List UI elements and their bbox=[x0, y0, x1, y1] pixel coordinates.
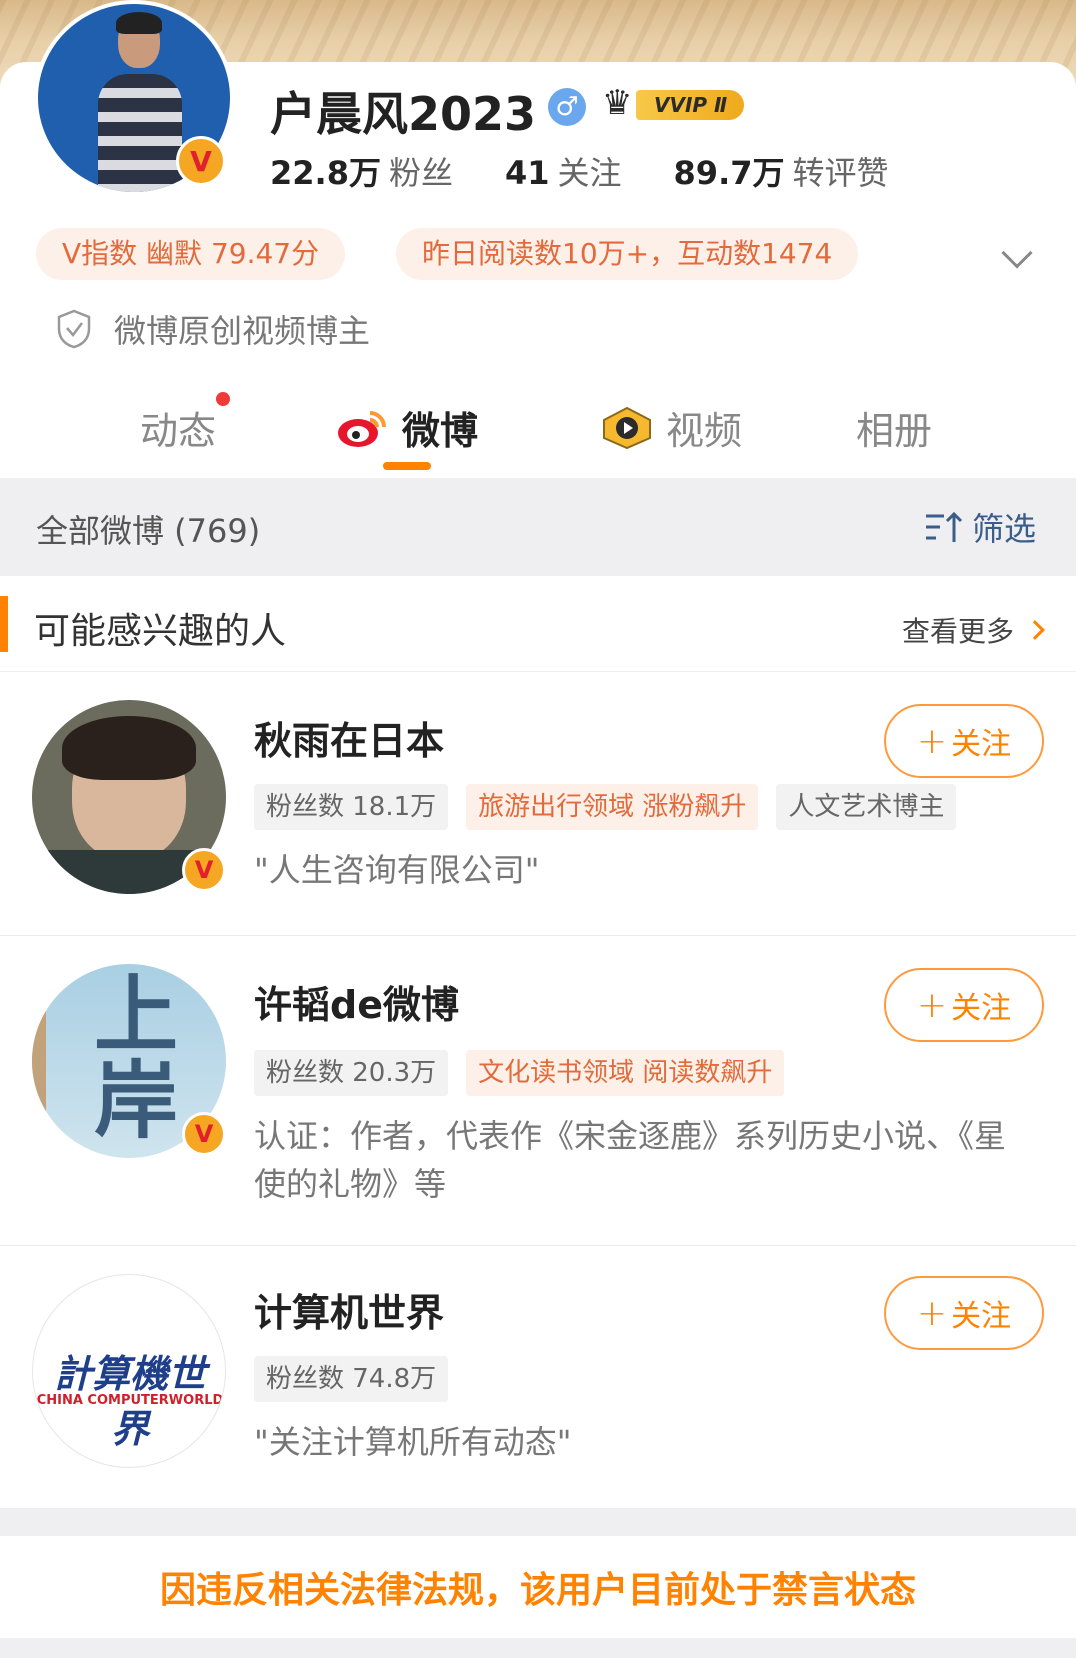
user-name[interactable]: 许韬de微博 bbox=[254, 974, 459, 1029]
stat-following[interactable]: 41 关注 bbox=[505, 148, 622, 194]
category-tag: 人文艺术博主 bbox=[776, 784, 957, 830]
reading-stats-chip[interactable]: 昨日阅读数10万+，互动数1474 bbox=[396, 228, 859, 280]
avatar-logo-en: CHINA COMPUTERWORLD bbox=[36, 1393, 224, 1408]
filter-button[interactable]: 筛选 bbox=[924, 504, 1036, 550]
fans-count-tag: 粉丝数 20.3万 bbox=[254, 1050, 449, 1096]
fans-count-tag: 粉丝数 74.8万 bbox=[254, 1356, 449, 1402]
stat-label: 粉丝 bbox=[388, 154, 453, 192]
user-tags: 粉丝数 20.3万 文化读书领域 阅读数飙升 bbox=[254, 1050, 802, 1096]
follow-button[interactable]: + 关注 bbox=[884, 968, 1044, 1042]
verified-badge-icon: V bbox=[182, 1112, 226, 1156]
avatar-book-title: 上岸 bbox=[94, 965, 179, 1150]
stat-value: 41 bbox=[504, 154, 550, 192]
filter-icon bbox=[925, 511, 963, 542]
avatar-book-edge bbox=[32, 964, 46, 1158]
tab-label: 相册 bbox=[856, 409, 933, 453]
filter-label: 筛选 bbox=[971, 510, 1036, 548]
follow-button[interactable]: + 关注 bbox=[884, 1276, 1044, 1350]
unread-dot bbox=[216, 392, 231, 406]
gender-male-icon: ♂ bbox=[548, 88, 586, 126]
suggested-user-row[interactable]: 上岸 V 许韬de微博 粉丝数 20.3万 文化读书领域 阅读数飙升 认证：作者… bbox=[0, 936, 1076, 1246]
user-name[interactable]: 计算机世界 bbox=[254, 1282, 444, 1337]
suggested-user-row[interactable]: 計算機世界 CHINA COMPUTERWORLD 计算机世界 粉丝数 74.8… bbox=[0, 1246, 1076, 1508]
trending-tag: 文化读书领域 阅读数飙升 bbox=[466, 1050, 785, 1096]
see-more-link[interactable]: 查看更多 bbox=[901, 610, 1045, 650]
section-accent-bar bbox=[0, 596, 8, 652]
avatar-hair bbox=[116, 12, 162, 34]
stat-label: 转评赞 bbox=[792, 154, 889, 192]
weibo-logo-icon bbox=[338, 410, 386, 447]
tab-video[interactable]: 视频 bbox=[600, 400, 742, 455]
avatar-figure bbox=[98, 74, 182, 192]
user-avatar[interactable]: 計算機世界 CHINA COMPUTERWORLD bbox=[32, 1274, 226, 1468]
tab-feed[interactable]: 动态 bbox=[140, 392, 231, 455]
follow-label: 关注 bbox=[951, 727, 1012, 762]
stat-followers[interactable]: 22.8万 粉丝 bbox=[270, 148, 453, 194]
verified-badge-icon: V bbox=[182, 848, 226, 892]
follow-label: 关注 bbox=[951, 991, 1012, 1026]
crown-icon: ♛ bbox=[602, 83, 633, 123]
stat-interactions[interactable]: 89.7万 转评赞 bbox=[674, 148, 889, 194]
user-tags: 粉丝数 74.8万 bbox=[254, 1356, 466, 1402]
shield-icon bbox=[57, 309, 91, 349]
stat-label: 关注 bbox=[557, 154, 622, 192]
user-description: "关注计算机所有动态" bbox=[254, 1423, 572, 1461]
trending-tag: 旅游出行领域 涨粉飙升 bbox=[466, 784, 759, 830]
tab-label: 动态 bbox=[140, 409, 217, 453]
see-more-label: 查看更多 bbox=[901, 615, 1014, 648]
vvip-badge[interactable]: VVIP Ⅱ ♛ bbox=[602, 84, 744, 124]
plus-icon: + bbox=[916, 1292, 948, 1334]
plus-icon: + bbox=[916, 984, 948, 1026]
chevron-right-icon bbox=[1025, 620, 1045, 640]
follow-button[interactable]: + 关注 bbox=[884, 704, 1044, 778]
certification-row: 微博原创视频博主 bbox=[56, 306, 370, 352]
vvip-label: VVIP Ⅱ bbox=[636, 90, 744, 120]
video-play-icon bbox=[603, 406, 651, 449]
profile-name: 户晨风2023 bbox=[270, 87, 537, 141]
tab-label: 微博 bbox=[402, 409, 479, 453]
plus-icon: + bbox=[916, 720, 948, 762]
profile-tabs: 动态 微博 视频 相册 bbox=[0, 380, 1076, 476]
suggested-user-row[interactable]: V 秋雨在日本 粉丝数 18.1万 旅游出行领域 涨粉飙升 人文艺术博主 "人生… bbox=[0, 672, 1076, 936]
user-tags: 粉丝数 18.1万 旅游出行领域 涨粉飙升 人文艺术博主 bbox=[254, 784, 974, 830]
page-bottom bbox=[0, 1638, 1076, 1658]
banned-notice: 因违反相关法律法规，该用户目前处于禁言状态 bbox=[0, 1536, 1076, 1638]
stat-value: 89.7万 bbox=[673, 154, 785, 192]
user-name[interactable]: 秋雨在日本 bbox=[254, 710, 444, 765]
profile-stats: 22.8万 粉丝 41 关注 89.7万 转评赞 bbox=[270, 148, 941, 194]
certification-text: 微博原创视频博主 bbox=[114, 312, 371, 350]
fans-count-tag: 粉丝数 18.1万 bbox=[254, 784, 449, 830]
stat-value: 22.8万 bbox=[270, 154, 381, 192]
tab-weibo[interactable]: 微博 bbox=[336, 400, 478, 455]
section-divider bbox=[0, 1508, 1076, 1536]
suggestions-header: 可能感兴趣的人 查看更多 bbox=[0, 576, 1076, 672]
follow-label: 关注 bbox=[951, 1299, 1012, 1334]
tab-album[interactable]: 相册 bbox=[856, 400, 932, 455]
section-title: 可能感兴趣的人 bbox=[34, 611, 287, 652]
user-description: 认证：作者，代表作《宋金逐鹿》系列历史小说、《星使的礼物》等 bbox=[254, 1117, 1007, 1203]
user-description: "人生咨询有限公司" bbox=[254, 851, 540, 889]
active-tab-indicator bbox=[383, 462, 431, 470]
post-count: 全部微博 (769) bbox=[36, 512, 261, 550]
filter-bar: 全部微博 (769) 筛选 bbox=[0, 478, 1076, 576]
avatar-hair bbox=[62, 716, 196, 780]
verified-badge-icon: V bbox=[176, 136, 226, 186]
v-index-chip[interactable]: V指数 幽默 79.47分 bbox=[36, 228, 346, 280]
tab-label: 视频 bbox=[666, 409, 743, 453]
